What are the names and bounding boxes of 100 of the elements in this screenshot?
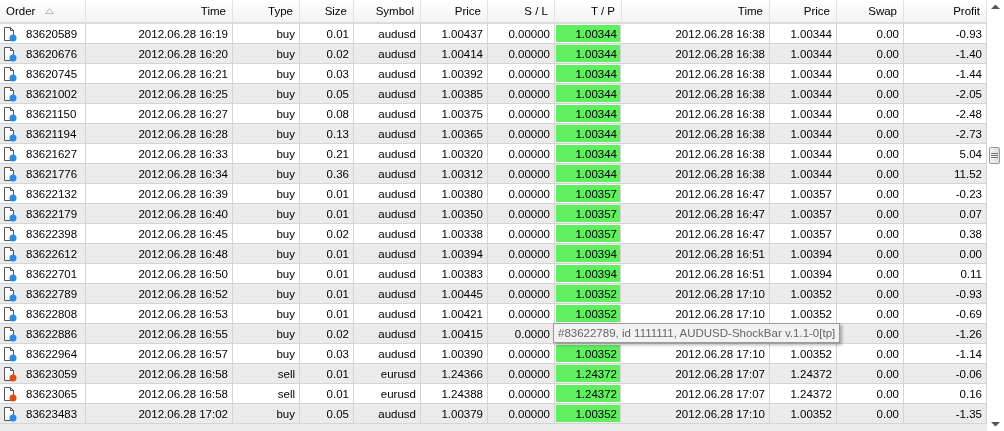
table-cell: 2012.06.28 16:57 bbox=[86, 344, 233, 363]
column-header[interactable]: T / P bbox=[555, 0, 622, 22]
table-cell: 0.00 bbox=[837, 124, 904, 143]
table-cell: 1.00352 bbox=[556, 285, 621, 302]
order-number: 83622964 bbox=[26, 347, 78, 360]
table-row[interactable]: 83623059 2012.06.28 16:58 sell 0.01 eurusd 1.24366 0.00000 1.24372 2012.06.28 17:07 1.24372 0.00 -0.06 bbox=[0, 364, 987, 384]
table-cell: audusd bbox=[354, 24, 421, 43]
table-cell: 1.00352 bbox=[770, 284, 837, 303]
table-cell: 0.00000 bbox=[488, 204, 555, 223]
order-number: 83621776 bbox=[26, 167, 78, 180]
table-cell: buy bbox=[233, 84, 300, 103]
order-number: 83622886 bbox=[26, 327, 78, 340]
column-header[interactable]: Time bbox=[622, 0, 770, 22]
column-header[interactable]: Time bbox=[86, 0, 233, 22]
table-cell: 0.00000 bbox=[488, 344, 555, 363]
table-row[interactable]: 83622612 2012.06.28 16:48 buy 0.01 audusd 1.00394 0.00000 1.00394 2012.06.28 16:51 1.00394 0.00 0.00 bbox=[0, 244, 987, 264]
table-cell: 0.00000 bbox=[488, 84, 555, 103]
table-cell: eurusd bbox=[354, 364, 421, 383]
table-row[interactable]: 83620676 2012.06.28 16:20 buy 0.02 audusd 1.00414 0.00000 1.00344 2012.06.28 16:38 1.00344 0.00 -1.40 bbox=[0, 44, 987, 64]
table-row[interactable]: 83621002 2012.06.28 16:25 buy 0.05 audusd 1.00385 0.00000 1.00344 2012.06.28 16:38 1.00344 0.00 -2.05 bbox=[0, 84, 987, 104]
table-cell: audusd bbox=[354, 224, 421, 243]
table-cell: 0.05 bbox=[300, 404, 354, 423]
table-cell: 0.01 bbox=[300, 384, 354, 403]
table-cell: 1.00415 bbox=[421, 324, 488, 343]
table-row[interactable]: 83621776 2012.06.28 16:34 buy 0.36 audusd 1.00312 0.00000 1.00344 2012.06.28 16:38 1.00344 0.00 11.52 bbox=[0, 164, 987, 184]
table-cell: 0.00000 bbox=[488, 24, 555, 43]
scroll-up-icon[interactable] bbox=[991, 4, 1000, 10]
table-row[interactable]: 83621194 2012.06.28 16:28 buy 0.13 audusd 1.00365 0.00000 1.00344 2012.06.28 16:38 1.00344 0.00 -2.73 bbox=[0, 124, 987, 144]
column-header[interactable]: Order bbox=[0, 0, 86, 22]
column-header[interactable]: Swap bbox=[837, 0, 904, 22]
table-cell: 1.00394 bbox=[421, 244, 488, 263]
table-cell: 1.00352 bbox=[770, 344, 837, 363]
table-cell: 2012.06.28 16:58 bbox=[86, 364, 233, 383]
table-cell: 2012.06.28 16:47 bbox=[622, 204, 770, 223]
table-cell: 1.00380 bbox=[421, 184, 488, 203]
table-cell: audusd bbox=[354, 184, 421, 203]
order-number: 83621627 bbox=[26, 147, 78, 160]
table-cell: 0.00 bbox=[837, 264, 904, 283]
table-cell: audusd bbox=[354, 164, 421, 183]
column-header[interactable]: Type bbox=[233, 0, 300, 22]
table-cell: 1.00390 bbox=[421, 344, 488, 363]
table-cell: buy bbox=[233, 344, 300, 363]
order-number: 83620676 bbox=[26, 47, 78, 60]
sort-arrow-icon bbox=[45, 8, 55, 14]
table-cell: 1.00344 bbox=[556, 65, 621, 82]
table-row[interactable]: 83623483 2012.06.28 17:02 buy 0.05 audusd 1.00379 0.00000 1.00352 2012.06.28 17:10 1.00352 0.00 -1.35 bbox=[0, 404, 987, 424]
table-cell: 0.00000 bbox=[488, 124, 555, 143]
table-row[interactable]: 83622179 2012.06.28 16:40 buy 0.01 audusd 1.00350 0.00000 1.00357 2012.06.28 16:47 1.00357 0.00 0.07 bbox=[0, 204, 987, 224]
table-cell: 1.24372 bbox=[770, 364, 837, 383]
table-cell: 1.00350 bbox=[421, 204, 488, 223]
table-cell: 1.00414 bbox=[421, 44, 488, 63]
table-cell: 1.00437 bbox=[421, 24, 488, 43]
table-cell: sell bbox=[233, 384, 300, 403]
table-row[interactable]: 83622789 2012.06.28 16:52 buy 0.01 audusd 1.00445 0.00000 1.00352 2012.06.28 17:10 1.00352 0.00 -0.93 bbox=[0, 284, 987, 304]
table-cell: 2012.06.28 16:38 bbox=[622, 104, 770, 123]
column-label: Time bbox=[737, 5, 763, 17]
table-cell: 0.01 bbox=[300, 364, 354, 383]
table-cell: 1.00379 bbox=[421, 404, 488, 423]
table-cell: 1.00445 bbox=[421, 284, 488, 303]
table-cell: 0.00000 bbox=[488, 184, 555, 203]
table-cell: 1.00357 bbox=[770, 224, 837, 243]
table-cell: eurusd bbox=[354, 384, 421, 403]
column-label: Symbol bbox=[375, 5, 414, 17]
table-cell: 2012.06.28 16:33 bbox=[86, 144, 233, 163]
table-cell: 0.02 bbox=[300, 324, 354, 343]
scroll-down-icon[interactable] bbox=[991, 421, 1000, 427]
table-cell: 0.00 bbox=[837, 344, 904, 363]
table-cell: 1.24366 bbox=[421, 364, 488, 383]
table-cell: 0.01 bbox=[300, 244, 354, 263]
table-cell: 0.00000 bbox=[488, 164, 555, 183]
table-cell: 1.00344 bbox=[770, 64, 837, 83]
table-cell: audusd bbox=[354, 284, 421, 303]
column-header[interactable]: Price bbox=[421, 0, 488, 22]
column-header[interactable]: S / L bbox=[488, 0, 555, 22]
order-number: 83621150 bbox=[26, 107, 77, 120]
table-cell: buy bbox=[233, 124, 300, 143]
table-cell: 2012.06.28 16:48 bbox=[86, 244, 233, 263]
order-number: 83622179 bbox=[26, 207, 78, 220]
scroll-thumb[interactable] bbox=[989, 147, 1000, 164]
table-cell: 1.00357 bbox=[770, 184, 837, 203]
table-cell: audusd bbox=[354, 404, 421, 423]
order-number: 83622132 bbox=[26, 187, 78, 200]
table-cell: 0.05 bbox=[300, 84, 354, 103]
table-cell: 0.01 bbox=[300, 24, 354, 43]
table-cell: 2012.06.28 16:52 bbox=[86, 284, 233, 303]
column-header[interactable]: Symbol bbox=[354, 0, 421, 22]
table-cell: 2012.06.28 16:38 bbox=[622, 44, 770, 63]
table-cell: 0.00000 bbox=[488, 144, 555, 163]
column-header[interactable]: Price bbox=[770, 0, 837, 22]
table-cell: 2012.06.28 16:38 bbox=[622, 144, 770, 163]
table-cell: 2012.06.28 16:40 bbox=[86, 204, 233, 223]
table-cell: 2012.06.28 17:10 bbox=[622, 284, 770, 303]
table-cell: 0.00000 bbox=[488, 244, 555, 263]
table-cell: 0.00 bbox=[837, 204, 904, 223]
table-cell: 1.00352 bbox=[770, 404, 837, 423]
table-cell: 1.00344 bbox=[770, 104, 837, 123]
table-cell: 0.00000 bbox=[488, 224, 555, 243]
table-cell: 1.00344 bbox=[556, 85, 621, 102]
column-header[interactable]: Size bbox=[300, 0, 354, 22]
table-cell: 1.00394 bbox=[556, 245, 621, 262]
